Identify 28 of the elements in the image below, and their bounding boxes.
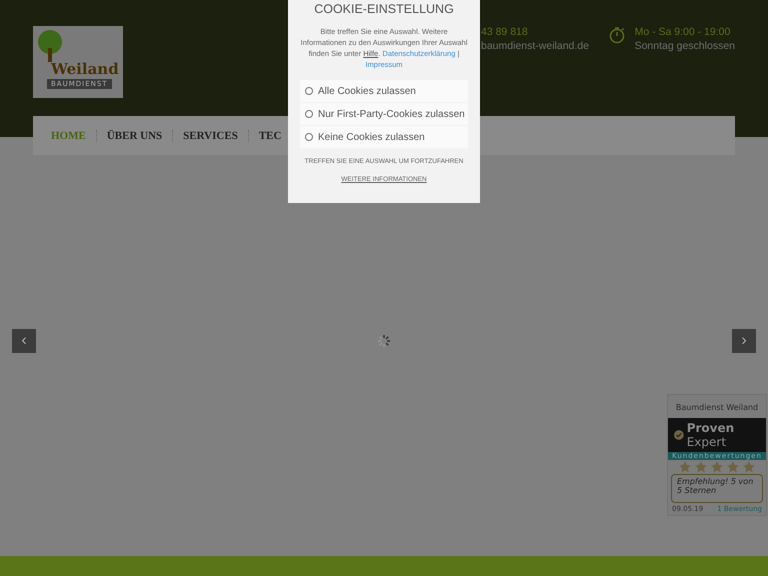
- review-quote: Empfehlung! 5 von 5 Sternen: [671, 474, 763, 503]
- check-badge-icon: [674, 429, 684, 441]
- dialog-title: COOKIE-EINSTELLUNG: [314, 2, 454, 16]
- star-icon: [742, 460, 756, 474]
- nav-link[interactable]: ÜBER UNS: [96, 130, 174, 142]
- previous-slide-button[interactable]: ‹: [12, 328, 36, 352]
- phone-number: 43 89 818: [481, 26, 529, 38]
- star-icon: [726, 460, 740, 474]
- nav-link[interactable]: TEC: [248, 130, 292, 142]
- nav-link[interactable]: SERVICES: [173, 130, 249, 142]
- radio-button[interactable]: [305, 110, 313, 118]
- stopwatch-icon: [608, 26, 625, 44]
- star-icon: [678, 460, 692, 474]
- star-icon: [694, 460, 708, 474]
- closed-note: Sonntag geschlossen: [634, 40, 735, 52]
- radio-button[interactable]: [305, 87, 313, 95]
- next-slide-button[interactable]: ›: [732, 328, 756, 352]
- star-icon: [710, 460, 724, 474]
- cookie-option[interactable]: Alle Cookies zulassen: [300, 80, 468, 102]
- cookie-option[interactable]: Nur First-Party-Cookies zulassen: [300, 103, 468, 125]
- logo-text: Weiland: [51, 60, 119, 78]
- email-address: baumdienst-weiland.de: [481, 40, 589, 52]
- tree-icon: [37, 30, 63, 62]
- radio-button[interactable]: [305, 133, 313, 141]
- opening-hours: Mo - Sa 9:00 - 19:00: [634, 26, 732, 38]
- company-name: Baumdienst Weiland: [676, 402, 758, 414]
- brand-name: Proven Expert: [686, 421, 736, 449]
- cookie-option[interactable]: Keine Cookies zulassen: [300, 126, 468, 148]
